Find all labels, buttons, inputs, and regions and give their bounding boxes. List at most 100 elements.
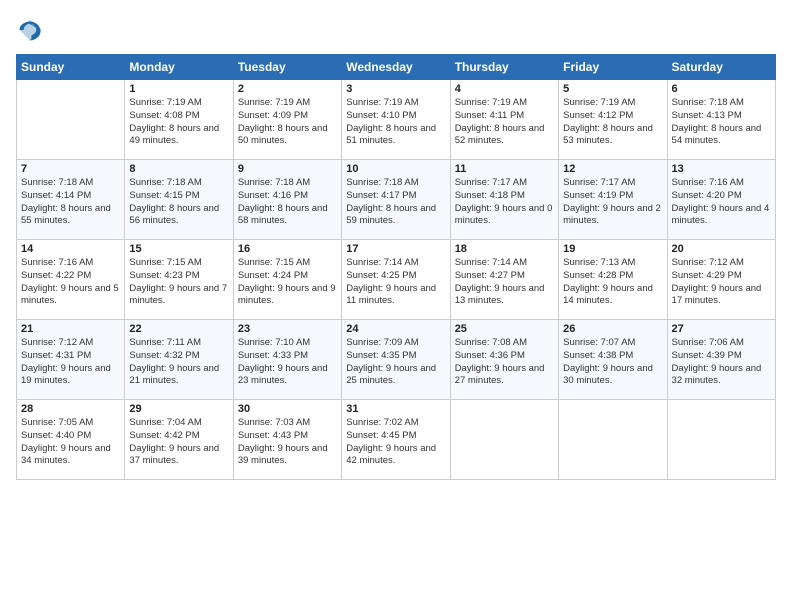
- sunrise-label: Sunrise: 7:17 AM: [455, 177, 527, 188]
- daylight-label: Daylight: 9 hours and 25 minutes.: [346, 363, 436, 387]
- day-cell: 21 Sunrise: 7:12 AM Sunset: 4:31 PM Dayl…: [17, 320, 125, 400]
- daylight-label: Daylight: 9 hours and 42 minutes.: [346, 443, 436, 467]
- daylight-label: Daylight: 9 hours and 21 minutes.: [129, 363, 219, 387]
- day-cell: 13 Sunrise: 7:16 AM Sunset: 4:20 PM Dayl…: [667, 160, 775, 240]
- daylight-label: Daylight: 9 hours and 27 minutes.: [455, 363, 545, 387]
- day-info: Sunrise: 7:10 AM Sunset: 4:33 PM Dayligh…: [238, 337, 337, 388]
- sunset-label: Sunset: 4:36 PM: [455, 350, 525, 361]
- sunrise-label: Sunrise: 7:04 AM: [129, 417, 201, 428]
- day-number: 21: [21, 323, 120, 335]
- day-info: Sunrise: 7:18 AM Sunset: 4:14 PM Dayligh…: [21, 177, 120, 228]
- daylight-label: Daylight: 8 hours and 51 minutes.: [346, 123, 436, 147]
- sunrise-label: Sunrise: 7:15 AM: [238, 257, 310, 268]
- sunset-label: Sunset: 4:29 PM: [672, 270, 742, 281]
- day-number: 6: [672, 83, 771, 95]
- daylight-label: Daylight: 9 hours and 39 minutes.: [238, 443, 328, 467]
- sunset-label: Sunset: 4:22 PM: [21, 270, 91, 281]
- day-number: 22: [129, 323, 228, 335]
- sunrise-label: Sunrise: 7:09 AM: [346, 337, 418, 348]
- sunset-label: Sunset: 4:27 PM: [455, 270, 525, 281]
- daylight-label: Daylight: 8 hours and 58 minutes.: [238, 203, 328, 227]
- day-cell: 11 Sunrise: 7:17 AM Sunset: 4:18 PM Dayl…: [450, 160, 558, 240]
- day-number: 4: [455, 83, 554, 95]
- day-cell: 5 Sunrise: 7:19 AM Sunset: 4:12 PM Dayli…: [559, 80, 667, 160]
- sunset-label: Sunset: 4:32 PM: [129, 350, 199, 361]
- daylight-label: Daylight: 9 hours and 7 minutes.: [129, 283, 227, 307]
- day-cell: 26 Sunrise: 7:07 AM Sunset: 4:38 PM Dayl…: [559, 320, 667, 400]
- daylight-label: Daylight: 9 hours and 11 minutes.: [346, 283, 436, 307]
- sunset-label: Sunset: 4:17 PM: [346, 190, 416, 201]
- day-info: Sunrise: 7:08 AM Sunset: 4:36 PM Dayligh…: [455, 337, 554, 388]
- day-cell: 1 Sunrise: 7:19 AM Sunset: 4:08 PM Dayli…: [125, 80, 233, 160]
- daylight-label: Daylight: 8 hours and 52 minutes.: [455, 123, 545, 147]
- day-number: 14: [21, 243, 120, 255]
- sunset-label: Sunset: 4:14 PM: [21, 190, 91, 201]
- day-info: Sunrise: 7:19 AM Sunset: 4:11 PM Dayligh…: [455, 97, 554, 148]
- sunset-label: Sunset: 4:33 PM: [238, 350, 308, 361]
- daylight-label: Daylight: 8 hours and 49 minutes.: [129, 123, 219, 147]
- day-cell: 18 Sunrise: 7:14 AM Sunset: 4:27 PM Dayl…: [450, 240, 558, 320]
- day-info: Sunrise: 7:07 AM Sunset: 4:38 PM Dayligh…: [563, 337, 662, 388]
- day-info: Sunrise: 7:18 AM Sunset: 4:16 PM Dayligh…: [238, 177, 337, 228]
- day-cell: 14 Sunrise: 7:16 AM Sunset: 4:22 PM Dayl…: [17, 240, 125, 320]
- sunrise-label: Sunrise: 7:06 AM: [672, 337, 744, 348]
- sunset-label: Sunset: 4:38 PM: [563, 350, 633, 361]
- sunrise-label: Sunrise: 7:17 AM: [563, 177, 635, 188]
- day-cell: 8 Sunrise: 7:18 AM Sunset: 4:15 PM Dayli…: [125, 160, 233, 240]
- sunrise-label: Sunrise: 7:19 AM: [455, 97, 527, 108]
- daylight-label: Daylight: 9 hours and 13 minutes.: [455, 283, 545, 307]
- day-number: 9: [238, 163, 337, 175]
- daylight-label: Daylight: 9 hours and 0 minutes.: [455, 203, 553, 227]
- sunrise-label: Sunrise: 7:14 AM: [346, 257, 418, 268]
- day-number: 7: [21, 163, 120, 175]
- header-day-monday: Monday: [125, 55, 233, 80]
- day-info: Sunrise: 7:18 AM Sunset: 4:15 PM Dayligh…: [129, 177, 228, 228]
- day-cell: 12 Sunrise: 7:17 AM Sunset: 4:19 PM Dayl…: [559, 160, 667, 240]
- daylight-label: Daylight: 8 hours and 54 minutes.: [672, 123, 762, 147]
- day-number: 28: [21, 403, 120, 415]
- day-info: Sunrise: 7:14 AM Sunset: 4:25 PM Dayligh…: [346, 257, 445, 308]
- day-info: Sunrise: 7:11 AM Sunset: 4:32 PM Dayligh…: [129, 337, 228, 388]
- day-cell: 3 Sunrise: 7:19 AM Sunset: 4:10 PM Dayli…: [342, 80, 450, 160]
- day-cell: 2 Sunrise: 7:19 AM Sunset: 4:09 PM Dayli…: [233, 80, 341, 160]
- day-cell: [17, 80, 125, 160]
- logo-icon: [16, 16, 44, 44]
- day-number: 23: [238, 323, 337, 335]
- daylight-label: Daylight: 9 hours and 4 minutes.: [672, 203, 770, 227]
- week-row-0: 1 Sunrise: 7:19 AM Sunset: 4:08 PM Dayli…: [17, 80, 776, 160]
- day-cell: 28 Sunrise: 7:05 AM Sunset: 4:40 PM Dayl…: [17, 400, 125, 480]
- day-cell: 27 Sunrise: 7:06 AM Sunset: 4:39 PM Dayl…: [667, 320, 775, 400]
- sunset-label: Sunset: 4:45 PM: [346, 430, 416, 441]
- sunset-label: Sunset: 4:12 PM: [563, 110, 633, 121]
- day-number: 10: [346, 163, 445, 175]
- sunrise-label: Sunrise: 7:18 AM: [129, 177, 201, 188]
- day-info: Sunrise: 7:19 AM Sunset: 4:12 PM Dayligh…: [563, 97, 662, 148]
- daylight-label: Daylight: 9 hours and 37 minutes.: [129, 443, 219, 467]
- sunrise-label: Sunrise: 7:07 AM: [563, 337, 635, 348]
- sunrise-label: Sunrise: 7:19 AM: [238, 97, 310, 108]
- day-cell: 31 Sunrise: 7:02 AM Sunset: 4:45 PM Dayl…: [342, 400, 450, 480]
- daylight-label: Daylight: 8 hours and 59 minutes.: [346, 203, 436, 227]
- sunrise-label: Sunrise: 7:19 AM: [563, 97, 635, 108]
- day-cell: 17 Sunrise: 7:14 AM Sunset: 4:25 PM Dayl…: [342, 240, 450, 320]
- day-cell: [667, 400, 775, 480]
- day-number: 26: [563, 323, 662, 335]
- sunrise-label: Sunrise: 7:03 AM: [238, 417, 310, 428]
- daylight-label: Daylight: 9 hours and 17 minutes.: [672, 283, 762, 307]
- sunset-label: Sunset: 4:18 PM: [455, 190, 525, 201]
- sunset-label: Sunset: 4:40 PM: [21, 430, 91, 441]
- day-cell: 30 Sunrise: 7:03 AM Sunset: 4:43 PM Dayl…: [233, 400, 341, 480]
- header-day-tuesday: Tuesday: [233, 55, 341, 80]
- sunset-label: Sunset: 4:28 PM: [563, 270, 633, 281]
- daylight-label: Daylight: 9 hours and 9 minutes.: [238, 283, 336, 307]
- sunrise-label: Sunrise: 7:11 AM: [129, 337, 201, 348]
- day-number: 1: [129, 83, 228, 95]
- header-row: SundayMondayTuesdayWednesdayThursdayFrid…: [17, 55, 776, 80]
- day-cell: 6 Sunrise: 7:18 AM Sunset: 4:13 PM Dayli…: [667, 80, 775, 160]
- sunrise-label: Sunrise: 7:13 AM: [563, 257, 635, 268]
- sunset-label: Sunset: 4:11 PM: [455, 110, 525, 121]
- day-info: Sunrise: 7:16 AM Sunset: 4:20 PM Dayligh…: [672, 177, 771, 228]
- sunrise-label: Sunrise: 7:14 AM: [455, 257, 527, 268]
- page-container: SundayMondayTuesdayWednesdayThursdayFrid…: [0, 0, 792, 612]
- sunset-label: Sunset: 4:10 PM: [346, 110, 416, 121]
